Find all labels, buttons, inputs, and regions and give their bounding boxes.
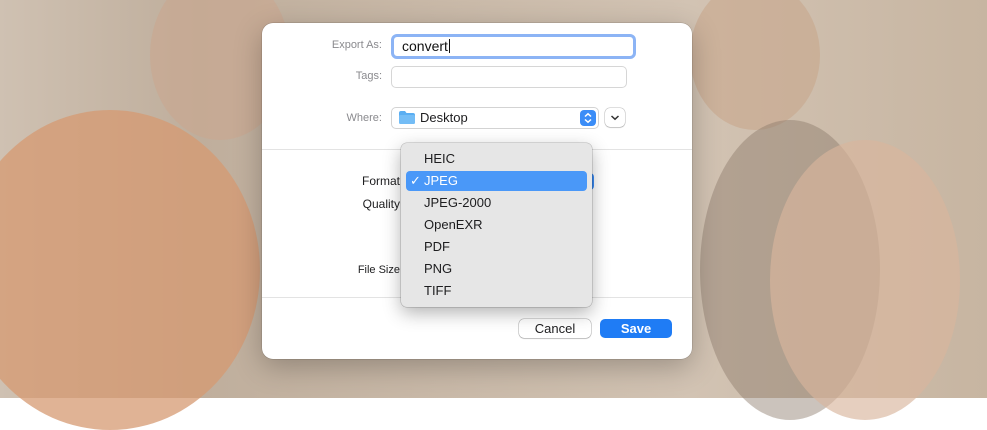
cancel-button[interactable]: Cancel (519, 319, 591, 338)
save-button[interactable]: Save (600, 319, 672, 338)
menu-item-label: PNG (424, 261, 453, 276)
export-as-field[interactable]: convert (391, 34, 636, 59)
menu-item-tiff[interactable]: TIFF (406, 281, 587, 301)
menu-item-label: JPEG (424, 173, 458, 188)
export-as-label: Export As: (331, 39, 382, 51)
format-label: Format (361, 174, 400, 188)
menu-item-label: PDF (424, 239, 450, 254)
expand-browser-button[interactable] (605, 108, 625, 127)
text-caret (448, 39, 450, 53)
chevron-down-icon (610, 115, 620, 121)
menu-item-label: OpenEXR (424, 217, 483, 232)
menu-item-jpeg[interactable]: ✓ JPEG (406, 171, 587, 191)
menu-item-openexr[interactable]: OpenEXR (406, 215, 587, 235)
menu-item-heic[interactable]: HEIC (406, 149, 587, 169)
folder-icon (399, 111, 415, 124)
tags-field[interactable] (391, 66, 627, 88)
menu-item-label: TIFF (424, 283, 452, 298)
menu-item-pdf[interactable]: PDF (406, 237, 587, 257)
menu-item-label: JPEG-2000 (424, 195, 492, 210)
where-label: Where: (346, 112, 382, 124)
menu-item-png[interactable]: PNG (406, 259, 587, 279)
export-as-value: convert (402, 38, 448, 54)
menu-item-jpeg-2000[interactable]: JPEG-2000 (406, 193, 587, 213)
where-select[interactable]: Desktop (391, 107, 599, 129)
where-value: Desktop (420, 110, 468, 125)
checkmark-icon: ✓ (410, 173, 421, 188)
quality-label: Quality (362, 197, 400, 211)
up-down-chevron-icon (580, 110, 596, 126)
format-menu: HEIC ✓ JPEG JPEG-2000 OpenEXR PDF PNG TIF… (401, 143, 592, 307)
file-size-label: File Size (357, 264, 400, 276)
menu-item-label: HEIC (424, 151, 456, 166)
tags-label: Tags: (355, 70, 382, 82)
